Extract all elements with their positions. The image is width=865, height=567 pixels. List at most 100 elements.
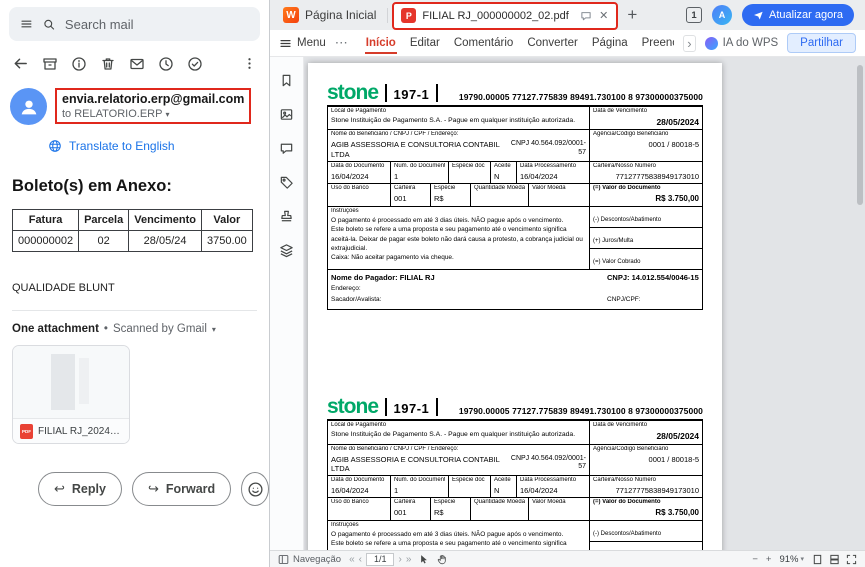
back-button[interactable] [12,55,29,72]
nosso-numero-cell: Carteira/Nosso Número 771277758389491730… [589,476,702,498]
ribbon-tab-comentario[interactable]: Comentário [447,32,520,54]
ribbon-tab-editar[interactable]: Editar [403,32,447,54]
attachment-card[interactable]: PDF FILIAL RJ_20240... [12,345,130,444]
field-value: 16/04/2024 [331,486,369,496]
scanned-label: Scanned by Gmail [112,323,207,335]
field-label: CNPJ: [607,272,630,282]
field-value: 77127775838949173010 [615,171,699,181]
delete-button[interactable] [100,56,116,72]
ribbon-tab-converter[interactable]: Converter [520,32,585,54]
ribbon-tab-pagina[interactable]: Página [585,32,635,54]
search-bar[interactable] [9,7,260,41]
next-page-button[interactable]: › [398,554,401,565]
search-input[interactable] [64,16,249,32]
thumbnails-panel-button[interactable] [279,107,294,122]
boleto-row: Instruções O pagamento é processado em a… [328,521,702,550]
add-to-tasks-button[interactable] [187,56,203,72]
ribbon-tab-preencher[interactable]: Preencher e Assinar [635,32,675,54]
field-label: Agência/Código Beneficiário [593,131,669,138]
boleto-header: stone 197-1 19790.00005 77127.775839 894… [327,82,703,105]
field-label: Nome do Pagador: [331,272,398,282]
fullscreen-button[interactable] [846,554,857,565]
main-menu-button[interactable]: Menu [279,37,326,50]
translate-link[interactable]: Translate to English [69,139,175,153]
zoom-out-button[interactable]: − [752,554,758,565]
tab-home[interactable]: W Página Inicial [272,0,387,30]
column-header: Valor [200,209,253,231]
instruction-line: Este boleto se refere a uma proposta e s… [331,540,583,550]
info-circle-icon [72,56,86,71]
ribbon-overflow-chevron[interactable]: › [683,34,696,52]
vertical-scrollbar[interactable] [857,65,863,205]
share-button[interactable]: Partilhar [787,33,856,53]
snooze-button[interactable] [158,56,174,72]
menu-icon[interactable] [20,16,33,32]
field-value: 16/04/2024 [331,171,369,181]
dot-separator: • [103,323,108,335]
update-button[interactable]: Atualizar agora [742,4,854,26]
boleto-1: stone 197-1 19790.00005 77127.775839 894… [327,82,703,311]
pdf-file-icon: PDF [20,423,33,439]
first-page-button[interactable]: « [349,554,355,565]
zoom-value: 91% [779,553,799,565]
wps-ai-button[interactable]: IA do WPS [704,36,778,50]
recipient-row[interactable]: to RELATORIO.ERP ▾ [62,108,244,120]
pdf-page: stone 197-1 19790.00005 77127.775839 894… [308,63,722,550]
more-options-button[interactable] [242,56,257,71]
instruction-line: O pagamento é processado em até 3 dias ú… [331,216,564,224]
select-tool-button[interactable] [419,554,429,564]
document-viewport[interactable]: stone 197-1 19790.00005 77127.775839 894… [304,57,865,550]
message-header: envia.relatorio.erp@gmail.com to RELATOR… [0,80,269,125]
zoom-in-button[interactable]: + [766,554,772,565]
more-commands-icon[interactable]: ⋯ [335,35,348,51]
comments-panel-button[interactable] [279,141,294,156]
forward-button[interactable]: ↪ Forward [131,472,232,506]
field-label: Nome do Beneficiário / CNPJ / CPF / Ende… [331,131,459,138]
tab-document annotation-tab-highlight[interactable]: P FILIAL RJ_000000002_02.pdf ✕ [392,1,619,30]
account-avatar[interactable]: A [712,5,732,25]
instruction-line: O pagamento é processado em até 3 dias ú… [331,531,564,539]
gmail-panel: envia.relatorio.erp@gmail.com to RELATOR… [0,0,270,567]
valor-documento-cell: (=) Valor do Documento R$ 3.750,00 [589,184,702,206]
image-icon [280,109,293,120]
wps-logo-icon: W [283,7,299,23]
wps-menubar: Menu ⋯ Início Editar Comentário Converte… [270,30,865,57]
window-count-badge[interactable]: 1 [686,7,702,23]
stamp-panel-button[interactable] [279,209,294,224]
page-indicator[interactable]: 1/1 [365,552,395,566]
zoom-control[interactable]: 91% ▾ [779,554,804,565]
last-page-button[interactable]: » [406,554,412,565]
caret-down-icon[interactable]: ▾ [212,325,216,334]
invoice-table-header-row: Fatura Parcela Vencimento Valor [11,209,253,231]
field-label: CNPJ/CPF: [607,296,641,304]
reply-button[interactable]: ↩ Reply [38,472,122,506]
prev-page-button[interactable]: ‹ [359,554,362,565]
emoji-reaction-button[interactable] [241,472,269,506]
field-label: (-) Descontos/Abatimento [593,216,662,223]
archive-button[interactable] [42,56,58,72]
mark-unread-button[interactable] [129,56,145,72]
navigation-toggle[interactable]: Navegação [278,554,341,565]
annotations-panel-button[interactable] [279,175,294,190]
single-page-view-button[interactable] [812,554,823,565]
tab-close-icon[interactable]: ✕ [598,9,609,22]
new-tab-button[interactable]: + [618,5,646,25]
outline-panel-button[interactable] [279,73,294,88]
translate-icon [49,140,61,152]
local-pagamento-cell: Local de Pagamento Stone Instituição de … [328,107,589,129]
field-label: Aceite [494,477,511,484]
layers-panel-button[interactable] [279,243,294,258]
annotation-sender-highlight: envia.relatorio.erp@gmail.com to RELATOR… [55,88,252,124]
sender-avatar[interactable] [10,88,47,125]
ribbon-tab-inicio[interactable]: Início [359,32,403,54]
archive-icon [43,57,57,70]
especie-doc-cell: Espécie doc [448,476,490,498]
continuous-view-button[interactable] [829,554,840,565]
hand-tool-button[interactable] [437,554,448,565]
translate-row[interactable]: Translate to English [0,125,269,153]
boleto-row: Uso do Banco Carteira 001 Espécie R$ Qua… [328,184,702,207]
boleto-header: stone 197-1 19790.00005 77127.775839 894… [327,397,703,419]
local-pagamento-cell: Local de Pagamento Stone Instituição de … [328,421,589,443]
report-spam-button[interactable] [71,56,87,72]
field-label: Agência/Código Beneficiário [593,445,669,452]
